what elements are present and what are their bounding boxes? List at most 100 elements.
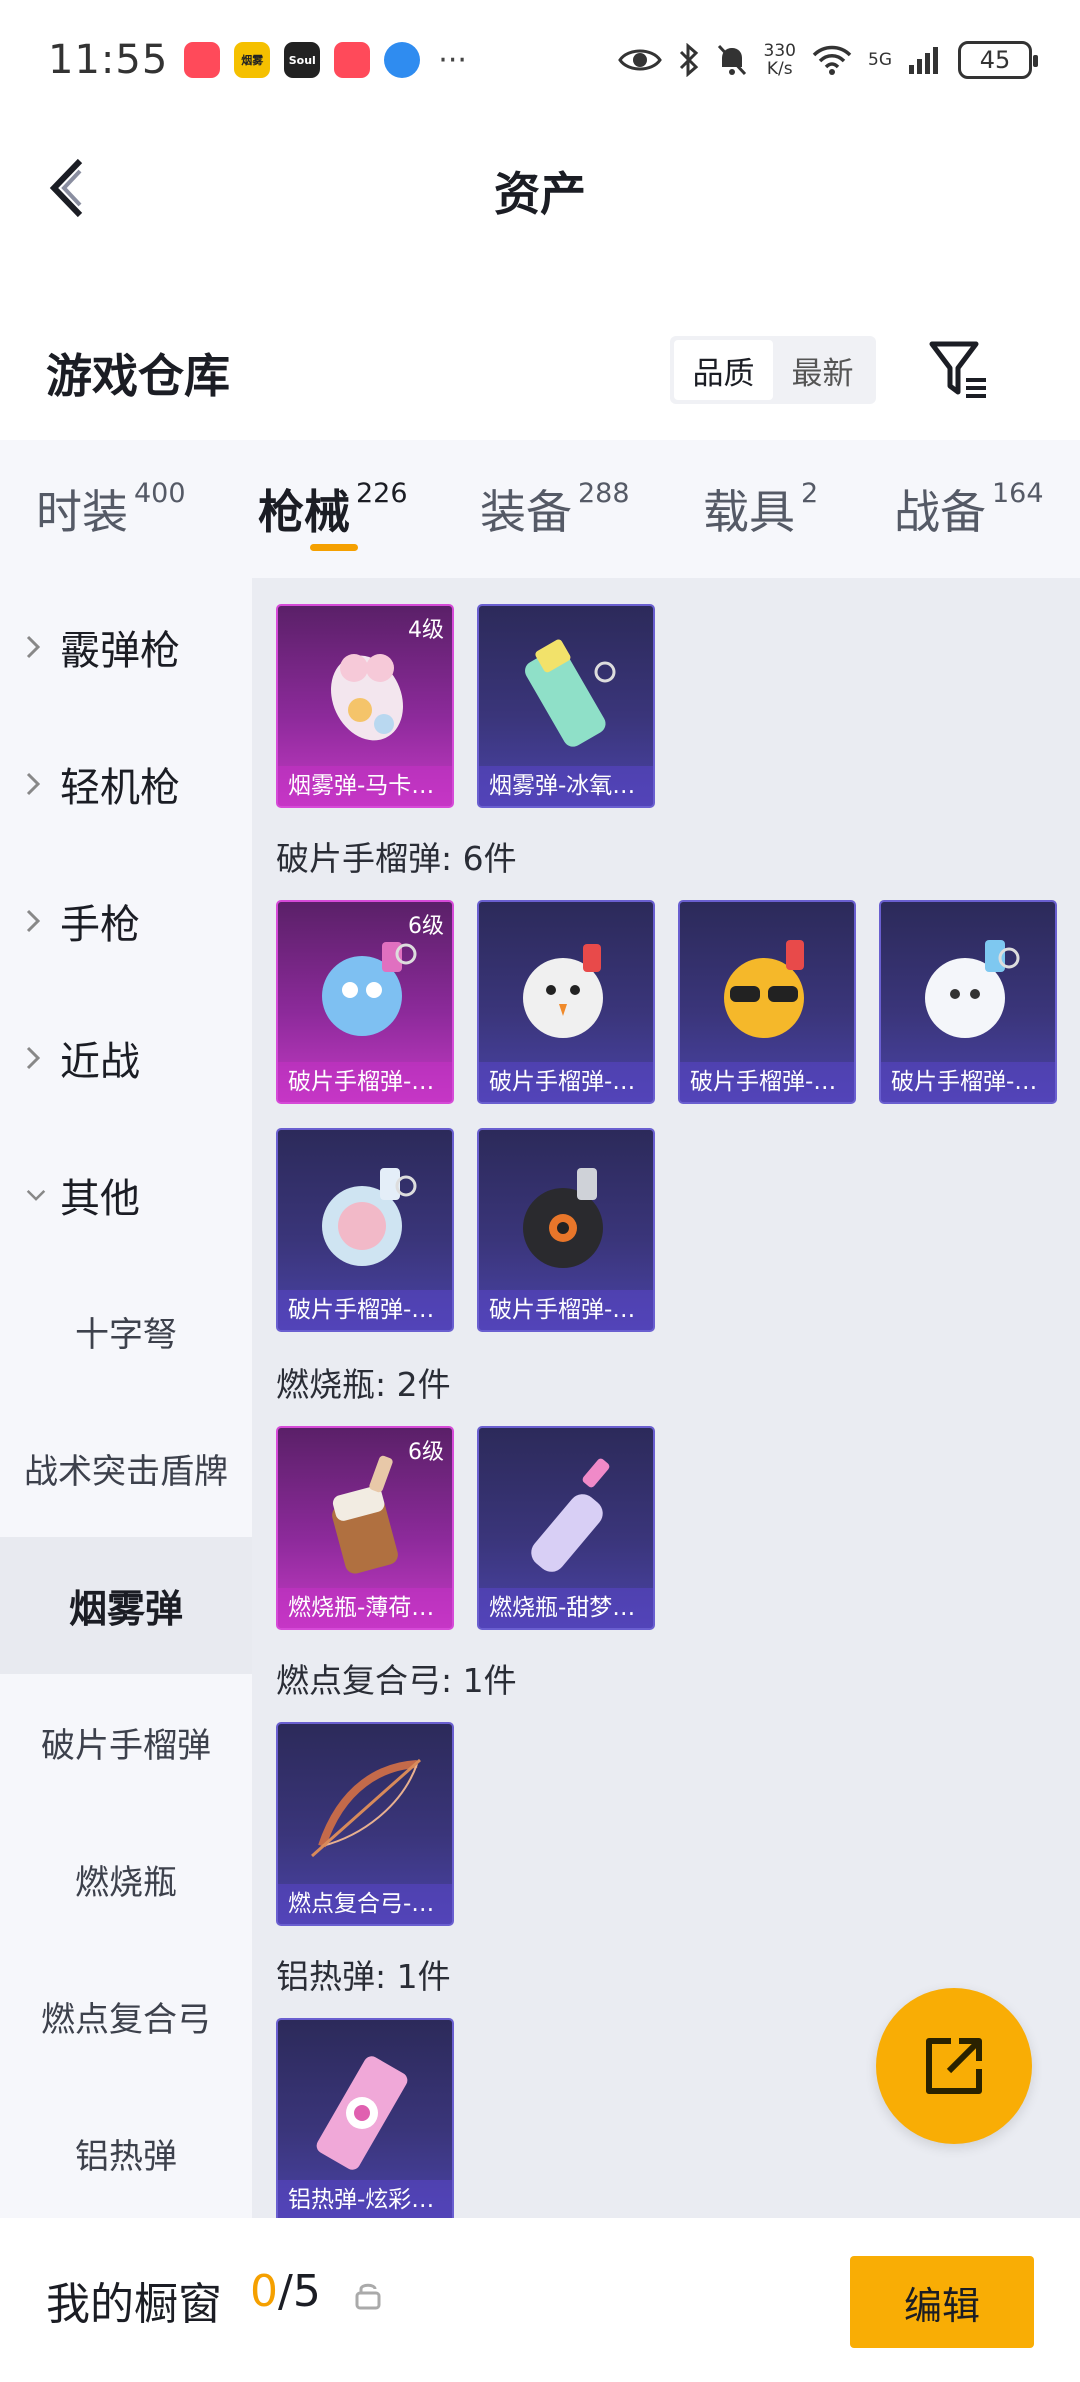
- more-notifications-icon: ···: [438, 42, 467, 78]
- lock-icon: [355, 2283, 381, 2310]
- sidebar-item-compound-bow[interactable]: 燃点复合弓: [0, 1948, 252, 2085]
- item-caption: 破片手榴弹-…: [881, 1062, 1055, 1102]
- item-card[interactable]: 烟雾弹-冰氧…: [477, 604, 655, 808]
- page-title: 资产: [494, 167, 586, 221]
- tab-equipment[interactable]: 装备 288: [480, 476, 630, 542]
- category-tabs: 时装 400 枪械 226 装备 288 载具 2 战备 164: [0, 440, 1080, 578]
- tab-vehicles[interactable]: 载具 2: [703, 476, 818, 542]
- mute-bell-icon: [717, 44, 746, 76]
- thermite-art-icon: [316, 2056, 408, 2170]
- item-card[interactable]: 破片手榴弹-…: [678, 900, 856, 1104]
- red-bag-app-icon-2: [334, 42, 371, 78]
- globe-app-icon: [384, 42, 421, 78]
- item-card[interactable]: 6级 燃烧瓶-薄荷…: [276, 1426, 454, 1630]
- item-caption: 烟雾弹-冰氧…: [479, 766, 653, 806]
- item-caption: 烟雾弹-马卡…: [278, 766, 452, 806]
- bluetooth-icon: [679, 43, 698, 77]
- item-card[interactable]: 铝热弹-炫彩…: [276, 2018, 454, 2218]
- battery-icon: 45: [958, 41, 1038, 79]
- item-card[interactable]: 破片手榴弹-…: [879, 900, 1057, 1104]
- sidebar-item-lmg[interactable]: 轻机枪: [0, 715, 252, 852]
- smoke-grenade-art-icon: [525, 639, 616, 747]
- status-time: 11:55: [48, 37, 169, 83]
- share-export-icon: [926, 2038, 982, 2094]
- chevron-down-icon: [26, 1188, 46, 1202]
- item-card[interactable]: 4级 烟雾弹-马卡…: [276, 604, 454, 808]
- chevron-right-icon: [26, 635, 46, 659]
- sidebar-item-frag-grenade[interactable]: 破片手榴弹: [0, 1674, 252, 1811]
- showcase-count: 0/5: [250, 2266, 321, 2317]
- item-caption: 破片手榴弹-…: [278, 1290, 452, 1330]
- item-card[interactable]: 燃点复合弓-…: [276, 1722, 454, 1926]
- chevron-right-icon: [26, 772, 46, 796]
- status-bar: 11:55 烟雾 Soul ··· 330 K/s 5G 45: [0, 0, 1080, 120]
- item-caption: 燃点复合弓-…: [278, 1884, 452, 1924]
- net-speed: 330 K/s: [763, 41, 796, 79]
- sidebar-item-shotgun[interactable]: 霰弹枪: [0, 578, 252, 715]
- item-caption: 燃烧瓶-薄荷…: [278, 1588, 452, 1628]
- filter-icon: [929, 341, 986, 398]
- frag-grenade-art-icon: [322, 942, 417, 1036]
- wifi-icon: [812, 45, 852, 75]
- tab-firearms[interactable]: 枪械 226: [258, 476, 408, 542]
- nav-bar: 资产: [0, 120, 1080, 254]
- frag-grenade-art-icon: [925, 940, 1020, 1038]
- frag-grenade-art-icon: [322, 1168, 417, 1266]
- smoke-grenade-art-icon: [331, 654, 403, 741]
- showcase-title: 我的橱窗: [46, 2279, 222, 2330]
- item-card[interactable]: 破片手榴弹-…: [276, 1128, 454, 1332]
- item-caption: 破片手榴弹-…: [680, 1062, 854, 1102]
- chevron-right-icon: [26, 1046, 46, 1070]
- red-bag-app-icon: [184, 42, 221, 78]
- sidebar-item-other[interactable]: 其他: [0, 1126, 252, 1263]
- item-caption: 燃烧瓶-甜梦…: [479, 1588, 653, 1628]
- edit-button[interactable]: 编辑: [850, 2256, 1034, 2348]
- sidebar-item-crossbow[interactable]: 十字弩: [0, 1263, 252, 1400]
- item-caption: 破片手榴弹-…: [479, 1290, 653, 1330]
- item-caption: 破片手榴弹-…: [278, 1062, 452, 1102]
- status-app-icons: 烟雾 Soul ···: [184, 42, 467, 78]
- sidebar-item-shield[interactable]: 战术突击盾牌: [0, 1400, 252, 1537]
- sort-newest-option[interactable]: 最新: [773, 340, 872, 400]
- warehouse-title: 游戏仓库: [46, 349, 230, 403]
- sort-quality-option[interactable]: 品质: [674, 340, 773, 400]
- sidebar-item-thermite[interactable]: 铝热弹: [0, 2085, 252, 2222]
- item-card[interactable]: 燃烧瓶-甜梦…: [477, 1426, 655, 1630]
- sidebar-item-pistol[interactable]: 手枪: [0, 852, 252, 989]
- sidebar-item-molotov[interactable]: 燃烧瓶: [0, 1811, 252, 1948]
- warehouse-header: 游戏仓库 品质 最新: [0, 300, 1080, 440]
- frag-grenade-art-icon: [724, 940, 804, 1038]
- signal-icon: [909, 47, 938, 74]
- weapon-category-sidebar: 霰弹枪 轻机枪 手枪 近战 其他 十字弩 战术突击盾牌 烟雾弹 破片手榴弹 燃烧…: [0, 578, 252, 2218]
- molotov-art-icon: [531, 1458, 610, 1572]
- group-title-compound-bow: 燃点复合弓: 1件: [276, 1661, 517, 1700]
- yellow-app-icon: 烟雾: [234, 42, 271, 78]
- frag-grenade-art-icon: [523, 944, 603, 1038]
- group-title-frag: 破片手榴弹: 6件: [276, 839, 517, 878]
- soul-app-icon: Soul: [284, 42, 321, 78]
- status-indicators: 330 K/s 5G 45: [617, 41, 1038, 79]
- item-card[interactable]: 破片手榴弹-…: [477, 900, 655, 1104]
- molotov-art-icon: [332, 1455, 398, 1574]
- item-caption: 铝热弹-炫彩…: [278, 2180, 452, 2218]
- eye-icon: [617, 49, 662, 71]
- tab-fashion[interactable]: 时装 400: [36, 476, 186, 542]
- sidebar-item-smoke-grenade[interactable]: 烟雾弹: [0, 1537, 252, 1674]
- network-type: 5G: [868, 50, 892, 70]
- item-grid: 4级 烟雾弹-马卡… 烟雾弹-冰氧… 破片手榴弹: 6件 6级 破片手榴弹-… …: [252, 578, 1080, 2218]
- item-card[interactable]: 6级 破片手榴弹-…: [276, 900, 454, 1104]
- chevron-right-icon: [26, 909, 46, 933]
- group-title-thermite: 铝热弹: 1件: [276, 1957, 451, 1996]
- showcase-bar: 我的橱窗 0/5 编辑: [0, 2218, 1080, 2382]
- active-tab-indicator: [310, 544, 358, 551]
- sidebar-item-melee[interactable]: 近战: [0, 989, 252, 1126]
- compound-bow-art-icon: [311, 1758, 421, 1858]
- filter-button[interactable]: [928, 338, 992, 402]
- frag-grenade-art-icon: [523, 1168, 603, 1268]
- sort-toggle: 品质 最新: [670, 336, 876, 404]
- share-fab-button[interactable]: [876, 1988, 1032, 2144]
- item-caption: 破片手榴弹-…: [479, 1062, 653, 1102]
- item-card[interactable]: 破片手榴弹-…: [477, 1128, 655, 1332]
- tab-supplies[interactable]: 战备 164: [894, 476, 1044, 542]
- group-title-molotov: 燃烧瓶: 2件: [276, 1365, 451, 1404]
